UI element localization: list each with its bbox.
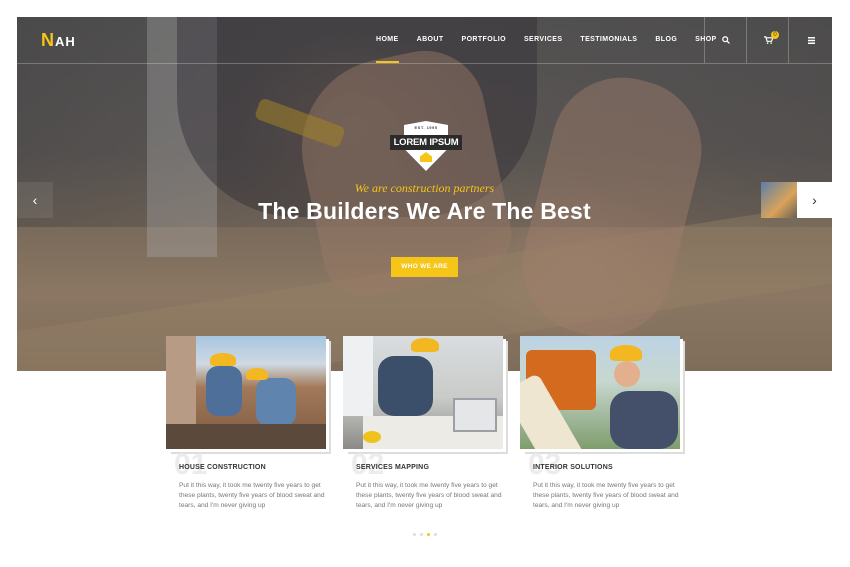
- pagination-dot[interactable]: [434, 533, 437, 536]
- nav-item-blog[interactable]: BLOG: [646, 17, 686, 63]
- slider-prev-button[interactable]: ‹: [17, 182, 53, 218]
- service-image-interior-solutions[interactable]: [520, 336, 680, 449]
- service-image-services-mapping[interactable]: [343, 336, 503, 449]
- cart-count-badge: 0: [771, 31, 779, 39]
- nav-item-testimonials[interactable]: TESTIMONIALS: [571, 17, 646, 63]
- who-we-are-button[interactable]: WHO WE ARE: [391, 257, 458, 277]
- top-navigation-bar: NAH HOME ABOUT PORTFOLIO SERVICES TESTIM…: [17, 17, 832, 64]
- pagination-dot-active[interactable]: [427, 533, 430, 536]
- chevron-left-icon: ‹: [32, 192, 38, 208]
- chevron-right-icon: ›: [812, 192, 817, 208]
- site-logo[interactable]: NAH: [41, 30, 76, 51]
- nav-item-services[interactable]: SERVICES: [515, 17, 571, 63]
- service-title[interactable]: SERVICES MAPPING: [356, 464, 429, 471]
- hero-badge-logo: EST. 1995 LOREM IPSUM: [390, 121, 462, 171]
- nav-item-home[interactable]: HOME: [367, 17, 408, 63]
- logo-accent-letter: N: [41, 30, 55, 50]
- badge-text: LOREM IPSUM: [390, 135, 462, 150]
- slider-next-button[interactable]: ›: [797, 182, 832, 218]
- logo-text: AH: [55, 34, 76, 49]
- slider-next-thumbnail[interactable]: [761, 182, 797, 218]
- service-description: Put it this way, it took me twenty five …: [356, 482, 502, 509]
- hero-tagline: We are construction partners: [354, 181, 495, 195]
- service-description: Put it this way, it took me twenty five …: [179, 482, 325, 509]
- hero-title: The Builders We Are The Best: [258, 198, 591, 224]
- nav-item-about[interactable]: ABOUT: [408, 17, 453, 63]
- menu-icon: [807, 36, 815, 44]
- badge-est-text: EST. 1995: [414, 125, 438, 130]
- pagination-dot[interactable]: [413, 533, 416, 536]
- pagination-dot[interactable]: [420, 533, 423, 536]
- search-button[interactable]: [704, 17, 747, 63]
- nav-item-portfolio[interactable]: PORTFOLIO: [453, 17, 515, 63]
- main-nav: HOME ABOUT PORTFOLIO SERVICES TESTIMONIA…: [367, 17, 726, 63]
- service-title[interactable]: HOUSE CONSTRUCTION: [179, 464, 266, 471]
- cart-button[interactable]: 0: [746, 17, 789, 63]
- carousel-pagination: [0, 533, 850, 536]
- menu-button[interactable]: [788, 17, 833, 63]
- search-icon: [722, 36, 730, 44]
- service-title[interactable]: INTERIOR SOLUTIONS: [533, 464, 613, 471]
- service-image-house-construction[interactable]: [166, 336, 326, 449]
- service-description: Put it this way, it took me twenty five …: [533, 482, 679, 509]
